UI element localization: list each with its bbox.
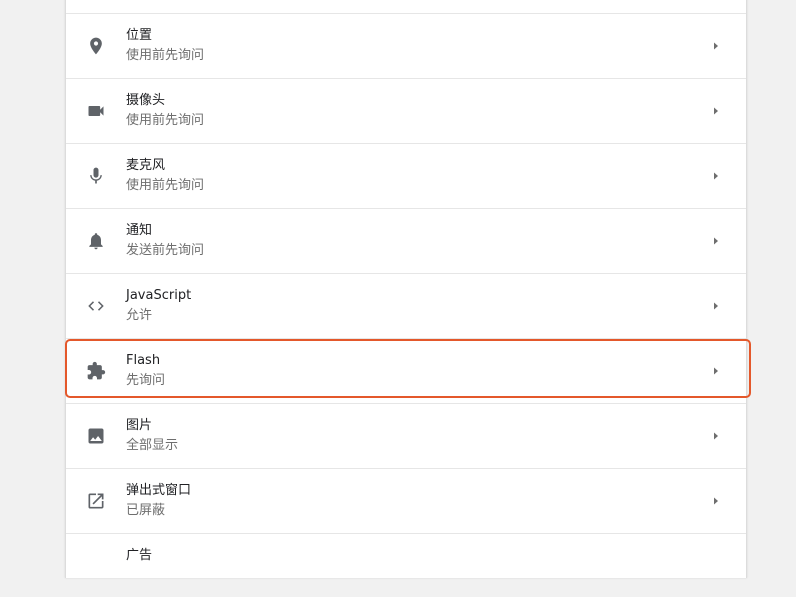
settings-row-subtitle: 使用前先询问 [126,178,205,193]
settings-row-subtitle: 使用前先询问 [126,113,205,128]
chevron-right-icon [711,41,721,51]
settings-row-ads[interactable]: 广告 [66,533,746,597]
puzzle-piece-icon [86,361,106,381]
settings-row-title: JavaScript [126,288,192,303]
settings-row-subtitle: 先询问 [126,373,166,388]
settings-row-microphone[interactable]: 麦克风 使用前先询问 [66,143,746,207]
settings-row-title: 弹出式窗口 [126,483,192,498]
videocam-icon [86,101,106,121]
settings-row-camera[interactable]: 摄像头 使用前先询问 [66,78,746,142]
microphone-icon [86,166,106,186]
settings-row-subtitle: 使用前先询问 [126,48,205,63]
settings-row-popups[interactable]: 弹出式窗口 已屏蔽 [66,468,746,532]
chevron-right-icon [711,301,721,311]
bell-icon [86,231,106,251]
settings-row-title: 图片 [126,418,153,433]
settings-row-title: 麦克风 [126,158,166,173]
settings-row-notifications[interactable]: 通知 发送前先询问 [66,208,746,272]
chevron-right-icon [711,106,721,116]
chevron-right-icon [711,431,721,441]
settings-row-top-partial[interactable] [66,0,746,13]
site-settings-card: 位置 使用前先询问 摄像头 使用前先询问 麦克风 使用前先询问 通知 发送前先询 [65,0,747,578]
chevron-right-icon [711,236,721,246]
settings-row-subtitle: 允许 [126,308,153,323]
settings-row-flash[interactable]: Flash 先询问 [66,338,746,402]
settings-row-title: 通知 [126,223,153,238]
settings-row-title: Flash [126,353,161,368]
open-in-new-icon [86,491,106,511]
settings-row-subtitle: 发送前先询问 [126,243,205,258]
settings-row-title: 位置 [126,28,153,43]
settings-row-title: 广告 [126,548,153,563]
settings-row-subtitle: 全部显示 [126,438,179,453]
settings-row-title: 摄像头 [126,93,166,108]
location-pin-icon [86,36,106,56]
settings-row-images[interactable]: 图片 全部显示 [66,403,746,467]
image-icon [86,426,106,446]
chevron-right-icon [711,171,721,181]
settings-row-subtitle: 已屏蔽 [126,503,166,518]
settings-row-javascript[interactable]: JavaScript 允许 [66,273,746,337]
code-icon [86,296,106,316]
chevron-right-icon [711,366,721,376]
settings-row-location[interactable]: 位置 使用前先询问 [66,13,746,77]
chevron-right-icon [711,496,721,506]
